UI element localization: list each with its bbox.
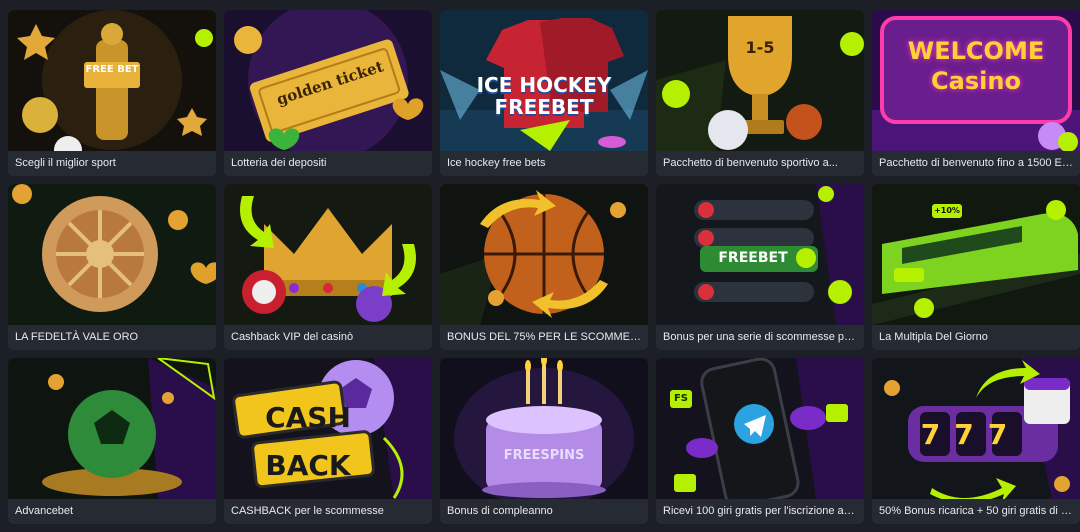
art-text: ICE HOCKEY FREEBET bbox=[476, 73, 612, 119]
art-text: FREE BET bbox=[85, 64, 139, 75]
promo-title: Pacchetto di benvenuto fino a 1500 EUR +… bbox=[872, 151, 1080, 176]
trophy-icon: FREE BET bbox=[8, 10, 216, 151]
promo-card[interactable]: FREESPINS Bonus di compleanno bbox=[440, 358, 648, 524]
promo-title: Bonus di compleanno bbox=[440, 499, 648, 524]
promo-card[interactable]: +10% La Multipla Del Giorno bbox=[872, 184, 1080, 350]
basketball-icon bbox=[440, 184, 648, 325]
promo-card[interactable]: LA FEDELTÀ VALE ORO bbox=[8, 184, 216, 350]
promo-title: Scegli il miglior sport bbox=[8, 151, 216, 176]
slot-machine-icon: 777 bbox=[872, 358, 1080, 499]
promo-card[interactable]: CASH BACK CASHBACK per le scommesse bbox=[224, 358, 432, 524]
promo-title: CASHBACK per le scommesse bbox=[224, 499, 432, 524]
promo-title: Ricevi 100 giri gratis per l'iscrizione … bbox=[656, 499, 864, 524]
ticket-icon: golden ticket bbox=[224, 10, 432, 151]
cup-icon: 1-5 bbox=[656, 10, 864, 151]
crown-icon bbox=[224, 184, 432, 325]
art-text: 777 bbox=[920, 418, 1022, 451]
promo-card[interactable]: WELCOME Casino Pacchetto di benvenuto fi… bbox=[872, 10, 1080, 176]
art-text: FS bbox=[673, 393, 689, 404]
art-text: FREEBET bbox=[718, 250, 788, 266]
art-text: +10% bbox=[934, 206, 960, 215]
promo-title: La Multipla Del Giorno bbox=[872, 325, 1080, 350]
art-text: WELCOME Casino bbox=[907, 37, 1045, 95]
promo-title: 50% Bonus ricarica + 50 giri gratis di m… bbox=[872, 499, 1080, 524]
neon-sign-icon: WELCOME Casino bbox=[872, 10, 1080, 151]
promo-card[interactable]: Cashback VIP del casinò bbox=[224, 184, 432, 350]
promo-card[interactable]: BONUS DEL 75% PER LE SCOMMESSE... bbox=[440, 184, 648, 350]
promo-card[interactable]: FREEBET Bonus per una serie di scommesse… bbox=[656, 184, 864, 350]
hockey-jersey-icon: ICE HOCKEY FREEBET bbox=[440, 10, 648, 151]
art-text: 1-5 bbox=[745, 38, 775, 57]
promo-card[interactable]: FREE BET Scegli il miglior sport bbox=[8, 10, 216, 176]
cashback-icon: CASH BACK bbox=[224, 358, 432, 499]
promotions-grid: FREE BET Scegli il miglior sport golden … bbox=[8, 10, 1080, 524]
promo-title: LA FEDELTÀ VALE ORO bbox=[8, 325, 216, 350]
train-icon: +10% bbox=[872, 184, 1080, 325]
promo-card[interactable]: 1-5 Pacchetto di benvenuto sportivo a... bbox=[656, 10, 864, 176]
promo-card[interactable]: ICE HOCKEY FREEBET Ice hockey free bets bbox=[440, 10, 648, 176]
art-text: CASH BACK bbox=[265, 401, 351, 482]
football-icon bbox=[8, 358, 216, 499]
checklist-icon: FREEBET bbox=[656, 184, 864, 325]
promo-title: Bonus per una serie di scommesse perse bbox=[656, 325, 864, 350]
art-text: FREESPINS bbox=[503, 448, 585, 463]
promo-title: Advancebet bbox=[8, 499, 216, 524]
telegram-phone-icon: FS bbox=[656, 358, 864, 499]
promo-card[interactable]: golden ticket Lotteria dei depositi bbox=[224, 10, 432, 176]
promo-card[interactable]: Advancebet bbox=[8, 358, 216, 524]
promo-title: Lotteria dei depositi bbox=[224, 151, 432, 176]
roulette-wheel-icon bbox=[8, 184, 216, 325]
promo-title: BONUS DEL 75% PER LE SCOMMESSE... bbox=[440, 325, 648, 350]
promo-title: Cashback VIP del casinò bbox=[224, 325, 432, 350]
promo-card[interactable]: FS Ricevi 100 giri gratis per l'iscrizio… bbox=[656, 358, 864, 524]
promo-title: Pacchetto di benvenuto sportivo a... bbox=[656, 151, 864, 176]
promo-card[interactable]: 777 50% Bonus ricarica + 50 giri gratis … bbox=[872, 358, 1080, 524]
promo-title: Ice hockey free bets bbox=[440, 151, 648, 176]
cake-icon: FREESPINS bbox=[440, 358, 648, 499]
